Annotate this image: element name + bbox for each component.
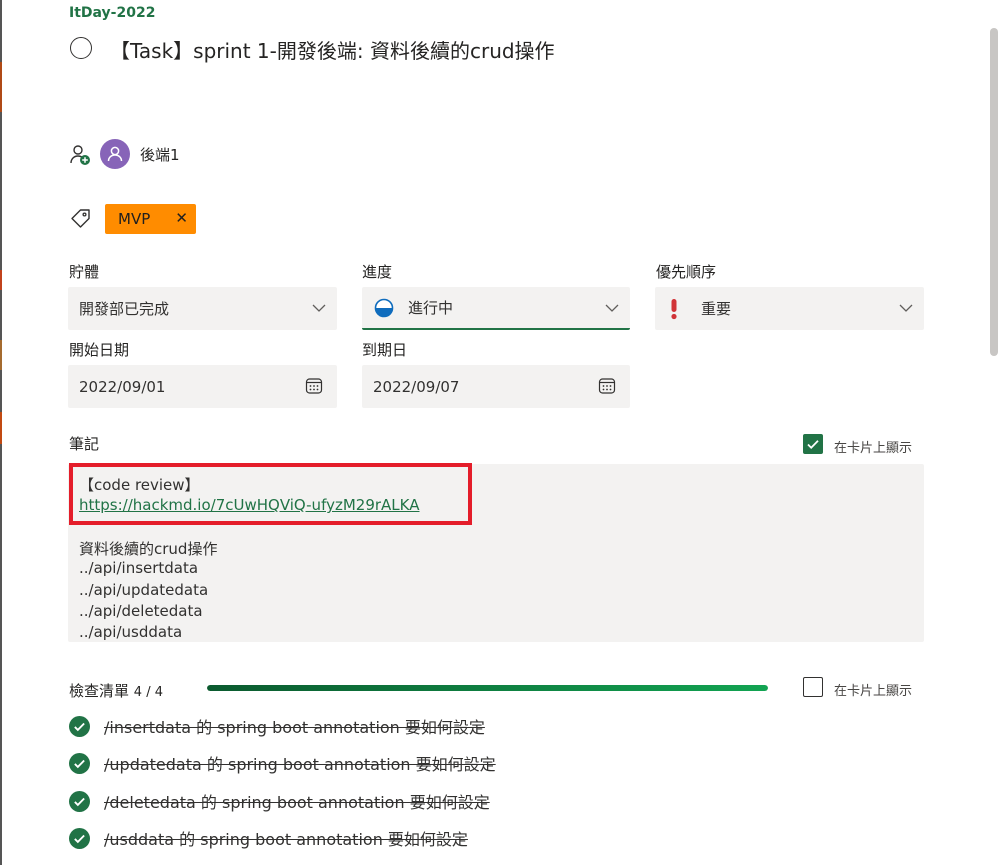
- task-title[interactable]: 【Task】sprint 1-開發後端: 資料後續的crud操作: [110, 35, 555, 64]
- notes-line: ../api/updatedata: [79, 581, 209, 599]
- scrollbar[interactable]: [986, 0, 1000, 865]
- progress-dropdown[interactable]: 進行中: [362, 287, 630, 330]
- due-date-picker[interactable]: 2022/09/07: [362, 365, 630, 408]
- close-icon[interactable]: ✕: [175, 209, 188, 227]
- checklist-item-text[interactable]: /updatedata 的 spring boot annotation 要如何…: [104, 751, 496, 775]
- checklist-progress-bar: [207, 685, 768, 691]
- label-chip-text: MVP: [118, 210, 151, 228]
- circle-icon[interactable]: [70, 37, 92, 59]
- add-person-icon[interactable]: [69, 144, 91, 166]
- chevron-down-icon: [605, 304, 619, 312]
- check-icon[interactable]: [69, 752, 90, 774]
- check-icon[interactable]: [69, 715, 90, 737]
- checklist-item-text[interactable]: /deletedata 的 spring boot annotation 要如何…: [104, 789, 490, 813]
- checklist-show-on-card-checkbox[interactable]: [803, 677, 823, 697]
- scrollbar-thumb[interactable]: [990, 28, 998, 356]
- check-icon: [807, 440, 819, 449]
- checklist-item[interactable]: /usddata 的 spring boot annotation 要如何設定: [69, 826, 468, 850]
- priority-label: 優先順序: [656, 263, 717, 281]
- chevron-down-icon: [312, 304, 326, 312]
- notes-label: 筆記: [69, 435, 100, 453]
- checklist-item-text[interactable]: /usddata 的 spring boot annotation 要如何設定: [104, 826, 468, 850]
- checklist-item[interactable]: /insertdata 的 spring boot annotation 要如何…: [69, 714, 485, 738]
- checklist-header: 檢查清單 4 / 4: [69, 680, 163, 701]
- start-date-label: 開始日期: [69, 341, 130, 359]
- checklist-count: 4 / 4: [133, 685, 163, 700]
- calendar-icon[interactable]: [598, 377, 616, 395]
- bucket-dropdown[interactable]: 開發部已完成: [68, 287, 337, 330]
- priority-value: 重要: [701, 300, 732, 318]
- bucket-label: 貯體: [69, 263, 100, 281]
- notes-line: ../api/insertdata: [79, 559, 199, 577]
- notes-line: 資料後續的crud操作: [79, 540, 218, 558]
- checklist-progress-fill: [207, 685, 768, 691]
- notes-show-on-card-checkbox[interactable]: [803, 434, 823, 454]
- checklist-item-text[interactable]: /insertdata 的 spring boot annotation 要如何…: [104, 714, 485, 738]
- plan-name[interactable]: ItDay-2022: [69, 5, 155, 21]
- assignee-name: 後端1: [140, 146, 180, 164]
- checklist-label: 檢查清單: [69, 682, 130, 700]
- bucket-value: 開發部已完成: [79, 300, 170, 318]
- checklist-item[interactable]: /deletedata 的 spring boot annotation 要如何…: [69, 789, 490, 813]
- label-chip-mvp[interactable]: MVP ✕: [105, 204, 196, 234]
- chevron-down-icon: [899, 304, 913, 312]
- start-date-picker[interactable]: 2022/09/01: [68, 365, 337, 408]
- person-icon: [107, 146, 123, 162]
- notes-show-on-card-label: 在卡片上顯示: [834, 441, 913, 456]
- priority-dropdown[interactable]: 重要: [655, 287, 924, 330]
- start-date-value: 2022/09/01: [79, 377, 166, 396]
- notes-line: ../api/usddata: [79, 623, 183, 641]
- checklist-item[interactable]: /updatedata 的 spring boot annotation 要如何…: [69, 751, 496, 775]
- calendar-icon[interactable]: [305, 377, 323, 395]
- notes-line: ../api/deletedata: [79, 602, 203, 620]
- exclamation-icon: [671, 298, 677, 319]
- check-icon[interactable]: [69, 790, 90, 812]
- due-date-value: 2022/09/07: [373, 377, 460, 396]
- due-date-label: 到期日: [362, 341, 408, 359]
- half-circle-icon: [374, 298, 394, 317]
- tag-icon[interactable]: [69, 208, 91, 230]
- progress-value: 進行中: [408, 299, 454, 317]
- checklist-show-on-card-label: 在卡片上顯示: [834, 684, 913, 699]
- avatar[interactable]: [100, 139, 130, 169]
- progress-label: 進度: [362, 263, 393, 281]
- task-details-dialog: ItDay-2022 【Task】sprint 1-開發後端: 資料後續的cru…: [2, 0, 1000, 865]
- check-icon[interactable]: [69, 827, 90, 849]
- highlight-annotation: [69, 463, 472, 525]
